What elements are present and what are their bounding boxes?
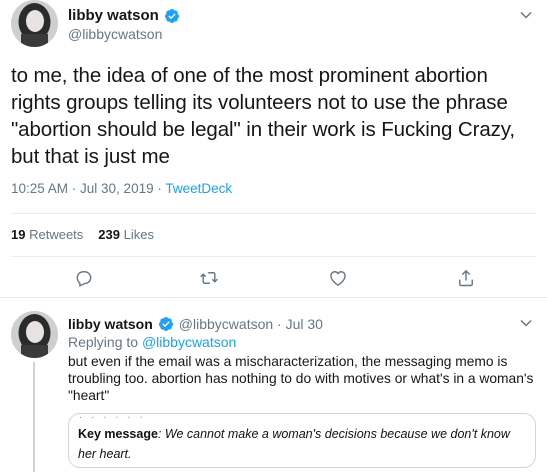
share-icon[interactable]: [456, 268, 476, 288]
timestamp[interactable]: 10:25 AM · Jul 30, 2019 ·: [11, 181, 165, 196]
replying-prefix: Replying to: [68, 334, 142, 350]
reply-author-row: libby watson @libbycwatson · Jul 30: [68, 316, 323, 332]
main-tweet: libby watson @libbycwatson to me, the id…: [0, 0, 547, 300]
reply-text: but even if the email was a mischaracter…: [68, 354, 534, 403]
reply-icon[interactable]: [74, 268, 94, 288]
verified-badge-icon: [158, 316, 174, 332]
retweet-icon[interactable]: [199, 268, 219, 288]
avatar[interactable]: [11, 311, 58, 358]
chevron-down-icon[interactable]: [519, 8, 533, 22]
tweet-text: to me, the idea of one of the most promi…: [11, 64, 516, 168]
retweets-count: 19: [11, 227, 26, 242]
section-divider: [0, 297, 547, 298]
tweet-meta: 10:25 AM · Jul 30, 2019 · TweetDeck: [11, 181, 232, 196]
chevron-down-icon[interactable]: [519, 316, 533, 330]
author-row: libby watson: [68, 7, 180, 24]
display-name[interactable]: libby watson: [68, 316, 153, 332]
replying-to: Replying to @libbycwatson: [68, 334, 236, 350]
divider: [11, 213, 536, 214]
handle[interactable]: @libbycwatson: [68, 26, 162, 42]
avatar[interactable]: [11, 0, 58, 47]
stats-row: 19 Retweets 239 Likes: [11, 227, 154, 242]
retweets-label: Retweets: [29, 227, 84, 242]
heart-icon[interactable]: [328, 268, 348, 288]
cropped-text-strip: · · · · · ·: [79, 413, 146, 423]
likes-label: Likes: [123, 227, 154, 242]
divider: [11, 256, 536, 257]
likes-count: 239: [98, 227, 120, 242]
likes-stat[interactable]: 239 Likes: [98, 227, 154, 242]
attached-image[interactable]: · · · · · · Key message: We cannot make …: [68, 413, 536, 468]
handle-time[interactable]: @libbycwatson · Jul 30: [179, 316, 323, 332]
display-name[interactable]: libby watson: [68, 7, 159, 24]
mention-link[interactable]: @libbycwatson: [142, 334, 236, 350]
retweets-stat[interactable]: 19 Retweets: [11, 227, 83, 242]
quote-key: Key message: [78, 427, 158, 441]
quote-text: Key message: We cannot make a woman's de…: [78, 424, 530, 464]
source-link[interactable]: TweetDeck: [165, 181, 232, 196]
verified-badge-icon: [164, 8, 180, 24]
thread-line: [33, 362, 35, 472]
